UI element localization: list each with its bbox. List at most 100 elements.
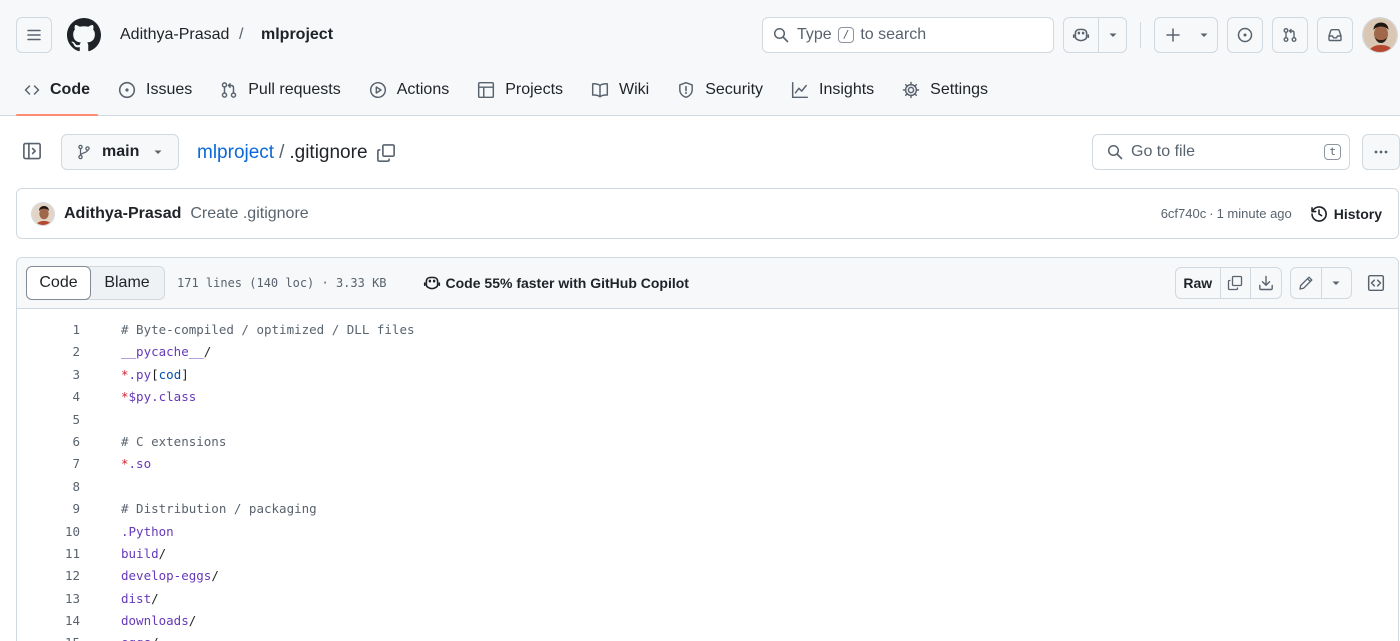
github-logo-icon[interactable] <box>67 18 101 52</box>
commit-message[interactable]: Create .gitignore <box>190 205 308 223</box>
code-line: 10 .Python <box>17 521 1398 543</box>
your-issues-button[interactable] <box>1227 17 1263 53</box>
tab-actions[interactable]: Actions <box>361 70 457 110</box>
line-number[interactable]: 10 <box>17 521 80 543</box>
line-number[interactable]: 14 <box>17 610 80 632</box>
tab-pull-requests[interactable]: Pull requests <box>212 70 349 110</box>
code-token: $py.class <box>128 389 197 405</box>
line-number[interactable]: 8 <box>17 476 80 498</box>
file-tree-toggle[interactable] <box>22 141 42 161</box>
tab-code-label: Code <box>50 81 90 98</box>
copy-path-button[interactable] <box>376 143 396 163</box>
tab-wiki[interactable]: Wiki <box>583 70 657 110</box>
copilot-dropdown-button[interactable] <box>1099 18 1126 52</box>
file-viewer: Code Blame 171 lines (140 loc) · 3.33 KB… <box>16 257 1399 641</box>
code-token: develop-eggs <box>121 568 212 584</box>
history-button[interactable]: History <box>1310 205 1382 223</box>
line-number[interactable]: 9 <box>17 498 80 520</box>
line-number[interactable]: 6 <box>17 431 80 453</box>
code-line: 3 *.py[cod] <box>17 364 1398 386</box>
symbols-panel-button[interactable] <box>1361 267 1391 299</box>
triangle-down-icon <box>1200 33 1208 37</box>
tab-issues[interactable]: Issues <box>110 70 200 110</box>
user-avatar[interactable] <box>1362 17 1398 53</box>
code-line: 11 build/ <box>17 543 1398 565</box>
code-content: 1 # Byte-compiled / optimized / DLL files… <box>17 309 1398 641</box>
code-token: # Distribution / packaging <box>121 501 317 517</box>
code-token: eggs <box>121 635 151 641</box>
shield-icon <box>679 81 694 99</box>
your-pull-requests-button[interactable] <box>1272 17 1308 53</box>
line-content: *$py.class <box>121 386 196 408</box>
tab-security[interactable]: Security <box>669 70 771 110</box>
code-token: downloads <box>121 613 189 629</box>
tab-code[interactable]: Code <box>16 70 98 116</box>
triangle-down-icon <box>1109 33 1117 37</box>
line-number[interactable]: 1 <box>17 319 80 341</box>
line-number[interactable]: 3 <box>17 364 80 386</box>
repo-link[interactable]: mlproject <box>261 25 333 45</box>
search-placeholder-pre: Type <box>797 26 832 43</box>
create-new-dropdown-button[interactable] <box>1191 18 1217 52</box>
code-token: / <box>151 590 159 606</box>
line-number[interactable]: 12 <box>17 565 80 587</box>
edit-file-button[interactable] <box>1291 268 1322 298</box>
inbox-button[interactable] <box>1317 17 1353 53</box>
line-number[interactable]: 4 <box>17 386 80 408</box>
search-input[interactable]: Type / to search <box>762 17 1054 53</box>
line-content: __pycache__/ <box>121 341 211 363</box>
git-pull-request-icon <box>1283 28 1297 42</box>
view-mode-segmented-control: Code Blame <box>26 266 165 300</box>
copilot-icon <box>423 276 440 290</box>
blame-view-button[interactable]: Blame <box>90 267 164 299</box>
raw-button[interactable]: Raw <box>1176 268 1221 298</box>
owner-link[interactable]: Adithya-Prasad <box>120 25 229 45</box>
sidebar-expand-icon <box>23 142 41 160</box>
tab-settings[interactable]: Settings <box>894 70 996 110</box>
kebab-horizontal-icon <box>1374 150 1388 154</box>
edit-dropdown-button[interactable] <box>1322 268 1352 298</box>
line-content: eggs/ <box>121 632 159 641</box>
tab-projects[interactable]: Projects <box>469 70 571 110</box>
branch-selector[interactable]: main <box>61 134 179 170</box>
commit-author-avatar[interactable] <box>31 201 55 226</box>
code-view-button[interactable]: Code <box>26 266 91 300</box>
line-content: dist/ <box>121 588 159 610</box>
line-number[interactable]: 15 <box>17 632 80 641</box>
copilot-promo-link[interactable]: Code 55% faster with GitHub Copilot <box>423 274 689 292</box>
code-line: 15 eggs/ <box>17 632 1398 641</box>
line-number[interactable]: 13 <box>17 588 80 610</box>
copilot-button[interactable] <box>1064 18 1100 52</box>
line-number[interactable]: 7 <box>17 453 80 475</box>
table-icon <box>478 81 495 99</box>
issue-icon <box>118 81 136 99</box>
create-new-button[interactable] <box>1155 18 1191 52</box>
menu-button[interactable] <box>16 17 52 53</box>
code-line: 6 # C extensions <box>17 431 1398 453</box>
code-token: build <box>121 545 159 561</box>
copy-raw-button[interactable] <box>1221 268 1252 298</box>
code-token: dist <box>121 590 152 606</box>
line-number[interactable]: 5 <box>17 409 80 431</box>
inbox-icon <box>1328 29 1342 42</box>
tab-insights[interactable]: Insights <box>783 70 882 110</box>
more-options-button[interactable] <box>1362 134 1400 170</box>
line-number[interactable]: 2 <box>17 341 80 363</box>
copy-icon <box>1228 275 1243 291</box>
commit-meta: 6cf740c · 1 minute ago History <box>1161 205 1382 223</box>
commit-sha[interactable]: 6cf740c <box>1161 206 1207 221</box>
copilot-button-group <box>1063 17 1127 53</box>
line-number[interactable]: 11 <box>17 543 80 565</box>
commit-author[interactable]: Adithya-Prasad <box>64 205 181 223</box>
tab-security-label: Security <box>705 81 764 98</box>
download-raw-button[interactable] <box>1251 268 1281 298</box>
tab-projects-label: Projects <box>505 81 564 98</box>
code-token: [ <box>151 366 159 382</box>
code-token: / <box>211 568 219 584</box>
line-content: downloads/ <box>121 610 196 632</box>
code-token: __pycache__ <box>121 344 204 360</box>
repo-nav: Code Issues Pull requests Actions Projec… <box>16 70 1008 116</box>
path-repo-link[interactable]: mlproject <box>197 142 274 164</box>
plus-icon <box>1166 28 1180 42</box>
go-to-file-input[interactable]: Go to file t <box>1092 134 1350 170</box>
